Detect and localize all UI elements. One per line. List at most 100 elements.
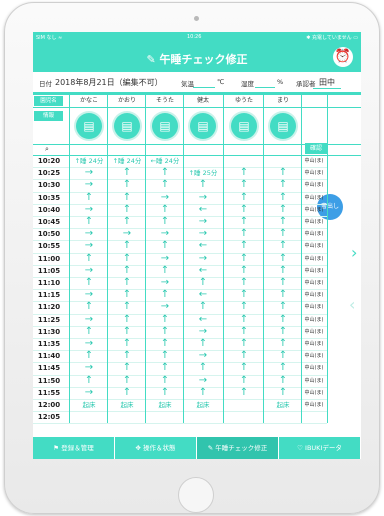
body-direction-icon[interactable]: ↑ xyxy=(226,289,262,301)
body-direction-icon[interactable]: ↑ xyxy=(265,204,301,216)
body-direction-icon[interactable]: ↑ xyxy=(147,338,183,350)
body-direction-icon[interactable]: → xyxy=(71,240,107,252)
body-direction-icon[interactable]: ↑ xyxy=(265,240,301,252)
body-direction-icon[interactable]: ← xyxy=(185,265,221,277)
body-direction-icon[interactable]: ↑ xyxy=(265,192,301,204)
report-icon[interactable]: ▤ xyxy=(270,113,296,139)
body-direction-icon[interactable]: ↑ xyxy=(71,350,107,362)
body-direction-icon[interactable]: ↑ xyxy=(226,265,262,277)
body-direction-icon[interactable] xyxy=(226,399,262,411)
body-direction-icon[interactable]: ↑ xyxy=(71,326,107,338)
body-direction-icon[interactable]: ↑ xyxy=(109,253,145,265)
body-direction-icon[interactable] xyxy=(185,155,221,167)
body-direction-icon[interactable]: → xyxy=(71,338,107,350)
body-direction-icon[interactable]: ↑ xyxy=(226,277,262,289)
body-direction-icon[interactable]: ↑ xyxy=(109,338,145,350)
body-direction-icon[interactable]: ↑ xyxy=(109,289,145,301)
body-direction-icon[interactable]: → xyxy=(185,228,221,240)
body-direction-icon[interactable]: ← xyxy=(185,240,221,252)
chevron-left-icon[interactable]: ‹ xyxy=(349,295,355,314)
body-direction-icon[interactable]: ↑ xyxy=(226,240,262,252)
body-direction-icon[interactable]: ↑ xyxy=(147,289,183,301)
tab-1[interactable]: ✥ 操作＆状態 xyxy=(115,437,197,459)
body-direction-icon[interactable]: → xyxy=(71,167,107,179)
body-direction-icon[interactable]: ↑ xyxy=(265,301,301,313)
body-direction-icon[interactable]: ↑ xyxy=(226,204,262,216)
body-direction-icon[interactable]: ↑ xyxy=(147,240,183,252)
sleep-note[interactable]: 起床 xyxy=(109,399,145,411)
body-direction-icon[interactable]: ↑ xyxy=(185,277,221,289)
body-direction-icon[interactable]: ↑ xyxy=(109,326,145,338)
body-direction-icon[interactable]: ↑ xyxy=(265,228,301,240)
body-direction-icon[interactable]: ↑ xyxy=(71,375,107,387)
body-direction-icon[interactable]: ↑ xyxy=(147,314,183,326)
tab-3[interactable]: ♡ IBUKIデータ xyxy=(279,437,361,459)
body-direction-icon[interactable]: → xyxy=(71,289,107,301)
body-direction-icon[interactable]: ↑ xyxy=(226,179,262,191)
body-direction-icon[interactable]: ↑ xyxy=(109,362,145,374)
body-direction-icon[interactable]: ↑ xyxy=(226,228,262,240)
sleep-note[interactable]: ←睡 24分 xyxy=(147,155,183,167)
chevron-right-icon[interactable]: › xyxy=(351,243,357,262)
body-direction-icon[interactable]: → xyxy=(185,326,221,338)
body-direction-icon[interactable]: ↑ xyxy=(265,387,301,399)
body-direction-icon[interactable]: ↑ xyxy=(185,387,221,399)
body-direction-icon[interactable]: → xyxy=(71,179,107,191)
body-direction-icon[interactable]: ↑ xyxy=(109,387,145,399)
body-direction-icon[interactable]: → xyxy=(109,228,145,240)
sleep-note[interactable]: ↑睡 24分 xyxy=(109,155,145,167)
body-direction-icon[interactable]: → xyxy=(147,277,183,289)
tab-0[interactable]: ⚑ 登録＆管理 xyxy=(33,437,115,459)
body-direction-icon[interactable] xyxy=(226,155,262,167)
body-direction-icon[interactable]: → xyxy=(147,192,183,204)
body-direction-icon[interactable]: → xyxy=(185,350,221,362)
body-direction-icon[interactable]: ↑ xyxy=(265,350,301,362)
body-direction-icon[interactable]: ↑ xyxy=(265,265,301,277)
body-direction-icon[interactable] xyxy=(226,411,262,423)
body-direction-icon[interactable]: ↑ xyxy=(109,314,145,326)
body-direction-icon[interactable]: ↑ xyxy=(226,301,262,313)
body-direction-icon[interactable]: ↑ xyxy=(226,362,262,374)
body-direction-icon[interactable]: ↑ xyxy=(185,362,221,374)
body-direction-icon[interactable]: → xyxy=(185,192,221,204)
search-icon[interactable]: ⌕ xyxy=(45,145,49,154)
body-direction-icon[interactable] xyxy=(185,411,221,423)
body-direction-icon[interactable]: ↑ xyxy=(226,338,262,350)
sleep-note[interactable]: ↑睡 25分 xyxy=(185,167,221,179)
body-direction-icon[interactable]: ↑ xyxy=(185,338,221,350)
body-direction-icon[interactable]: ↑ xyxy=(109,265,145,277)
body-direction-icon[interactable]: ↑ xyxy=(226,192,262,204)
body-direction-icon[interactable]: ↑ xyxy=(71,253,107,265)
checker-value[interactable]: 田中 xyxy=(319,77,335,88)
body-direction-icon[interactable]: ↑ xyxy=(71,301,107,313)
body-direction-icon[interactable]: ↑ xyxy=(147,362,183,374)
body-direction-icon[interactable]: ↑ xyxy=(226,375,262,387)
humidity-input[interactable] xyxy=(255,87,275,88)
body-direction-icon[interactable]: ↑ xyxy=(109,240,145,252)
sleep-note[interactable]: 起床 xyxy=(185,399,221,411)
body-direction-icon[interactable]: → xyxy=(147,253,183,265)
body-direction-icon[interactable]: ↑ xyxy=(147,167,183,179)
report-icon[interactable]: ▤ xyxy=(152,113,178,139)
body-direction-icon[interactable]: → xyxy=(185,375,221,387)
body-direction-icon[interactable]: → xyxy=(71,204,107,216)
body-direction-icon[interactable]: → xyxy=(147,301,183,313)
body-direction-icon[interactable]: ↑ xyxy=(265,375,301,387)
body-direction-icon[interactable]: → xyxy=(71,362,107,374)
body-direction-icon[interactable]: ↑ xyxy=(265,362,301,374)
report-icon[interactable]: ▤ xyxy=(114,113,140,139)
body-direction-icon[interactable] xyxy=(147,411,183,423)
body-direction-icon[interactable]: ↑ xyxy=(185,179,221,191)
body-direction-icon[interactable]: ↑ xyxy=(265,179,301,191)
report-icon[interactable]: ▤ xyxy=(231,113,257,139)
body-direction-icon[interactable]: → xyxy=(147,228,183,240)
body-direction-icon[interactable]: ↑ xyxy=(109,350,145,362)
body-direction-icon[interactable]: ↑ xyxy=(265,253,301,265)
body-direction-icon[interactable]: ↑ xyxy=(147,326,183,338)
body-direction-icon[interactable]: ↑ xyxy=(147,204,183,216)
body-direction-icon[interactable]: ↑ xyxy=(109,216,145,228)
sleep-note[interactable]: 起床 xyxy=(71,399,107,411)
report-icon[interactable]: ▤ xyxy=(190,113,216,139)
body-direction-icon[interactable]: ↑ xyxy=(71,277,107,289)
body-direction-icon[interactable]: ↑ xyxy=(109,204,145,216)
